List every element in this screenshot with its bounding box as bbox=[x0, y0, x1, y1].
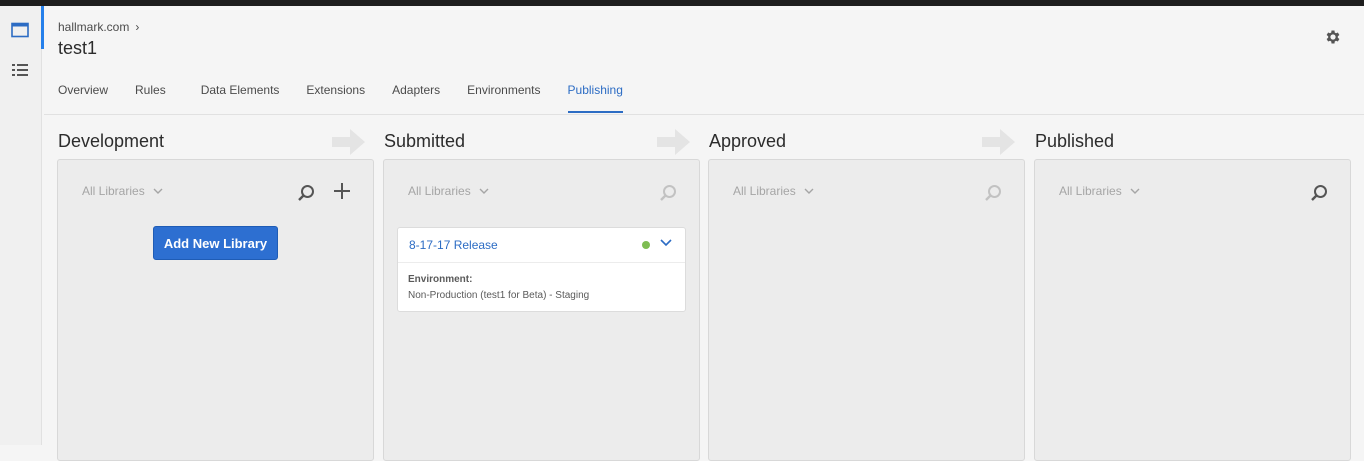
breadcrumb: hallmark.com › bbox=[58, 20, 139, 34]
plus-icon[interactable] bbox=[333, 182, 351, 200]
column-title: Submitted bbox=[384, 131, 466, 151]
chevron-down-icon[interactable] bbox=[660, 238, 672, 248]
list-view-button[interactable] bbox=[8, 58, 32, 82]
arrow-right-icon bbox=[332, 129, 365, 155]
library-filter-dropdown[interactable]: All Libraries bbox=[733, 184, 814, 198]
filter-label: All Libraries bbox=[1059, 184, 1122, 198]
arrow-right-icon bbox=[657, 129, 690, 155]
tab-adapters[interactable]: Adapters bbox=[392, 76, 440, 112]
library-name-link[interactable]: 8-17-17 Release bbox=[409, 238, 498, 252]
tab-overview[interactable]: Overview bbox=[58, 76, 108, 112]
page-header: hallmark.com › test1 Overview Rules Data… bbox=[44, 6, 1364, 115]
library-panel: All Libraries Add New Library bbox=[57, 159, 374, 461]
tab-rules[interactable]: Rules bbox=[135, 76, 166, 112]
library-filter-dropdown[interactable]: All Libraries bbox=[82, 184, 163, 198]
column-approved: Approved All Libraries bbox=[708, 128, 1025, 461]
left-rail bbox=[0, 6, 42, 445]
card-header: 8-17-17 Release bbox=[398, 228, 685, 263]
tab-publishing[interactable]: Publishing bbox=[567, 76, 624, 113]
card-body: Environment: Non-Production (test1 for B… bbox=[398, 263, 685, 312]
chevron-right-icon: › bbox=[135, 20, 140, 34]
chevron-down-icon bbox=[804, 188, 814, 194]
library-filter-dropdown[interactable]: All Libraries bbox=[1059, 184, 1140, 198]
search-icon[interactable] bbox=[984, 184, 1002, 202]
window-icon bbox=[11, 22, 29, 38]
add-new-library-button[interactable]: Add New Library bbox=[153, 226, 278, 260]
arrow-right-icon bbox=[982, 129, 1015, 155]
search-icon[interactable] bbox=[1310, 184, 1328, 202]
gear-icon bbox=[1326, 30, 1340, 44]
environment-value: Non-Production (test1 for Beta) - Stagin… bbox=[408, 290, 590, 301]
library-panel: All Libraries 8-17-17 Release Environmen… bbox=[383, 159, 700, 461]
tab-bar: Overview Rules Data Elements Extensions … bbox=[58, 76, 650, 113]
settings-button[interactable] bbox=[1324, 28, 1342, 51]
tab-environments[interactable]: Environments bbox=[467, 76, 540, 112]
library-panel: All Libraries bbox=[708, 159, 1025, 461]
column-title: Approved bbox=[709, 131, 787, 151]
column-development: Development All Libraries Add New Librar… bbox=[57, 128, 374, 461]
library-filter-dropdown[interactable]: All Libraries bbox=[408, 184, 489, 198]
search-icon[interactable] bbox=[297, 184, 315, 202]
filter-label: All Libraries bbox=[82, 184, 145, 198]
environment-label: Environment: bbox=[408, 274, 473, 285]
tab-extensions[interactable]: Extensions bbox=[306, 76, 365, 112]
tab-data-elements[interactable]: Data Elements bbox=[201, 76, 280, 112]
column-title: Published bbox=[1035, 131, 1115, 151]
column-title: Development bbox=[58, 131, 165, 151]
chevron-down-icon bbox=[1130, 188, 1140, 194]
search-icon[interactable] bbox=[659, 184, 677, 202]
chevron-down-icon bbox=[153, 188, 163, 194]
filter-label: All Libraries bbox=[733, 184, 796, 198]
chevron-down-icon bbox=[479, 188, 489, 194]
filter-label: All Libraries bbox=[408, 184, 471, 198]
column-published: Published All Libraries bbox=[1034, 128, 1351, 461]
breadcrumb-property-link[interactable]: hallmark.com bbox=[58, 20, 129, 34]
properties-view-button[interactable] bbox=[8, 18, 32, 42]
page-title: test1 bbox=[58, 38, 98, 58]
column-submitted: Submitted All Libraries 8-17-17 Release … bbox=[383, 128, 700, 461]
library-panel: All Libraries bbox=[1034, 159, 1351, 461]
status-indicator bbox=[642, 241, 650, 249]
list-icon bbox=[12, 64, 28, 76]
library-card[interactable]: 8-17-17 Release Environment: Non-Product… bbox=[397, 227, 686, 312]
